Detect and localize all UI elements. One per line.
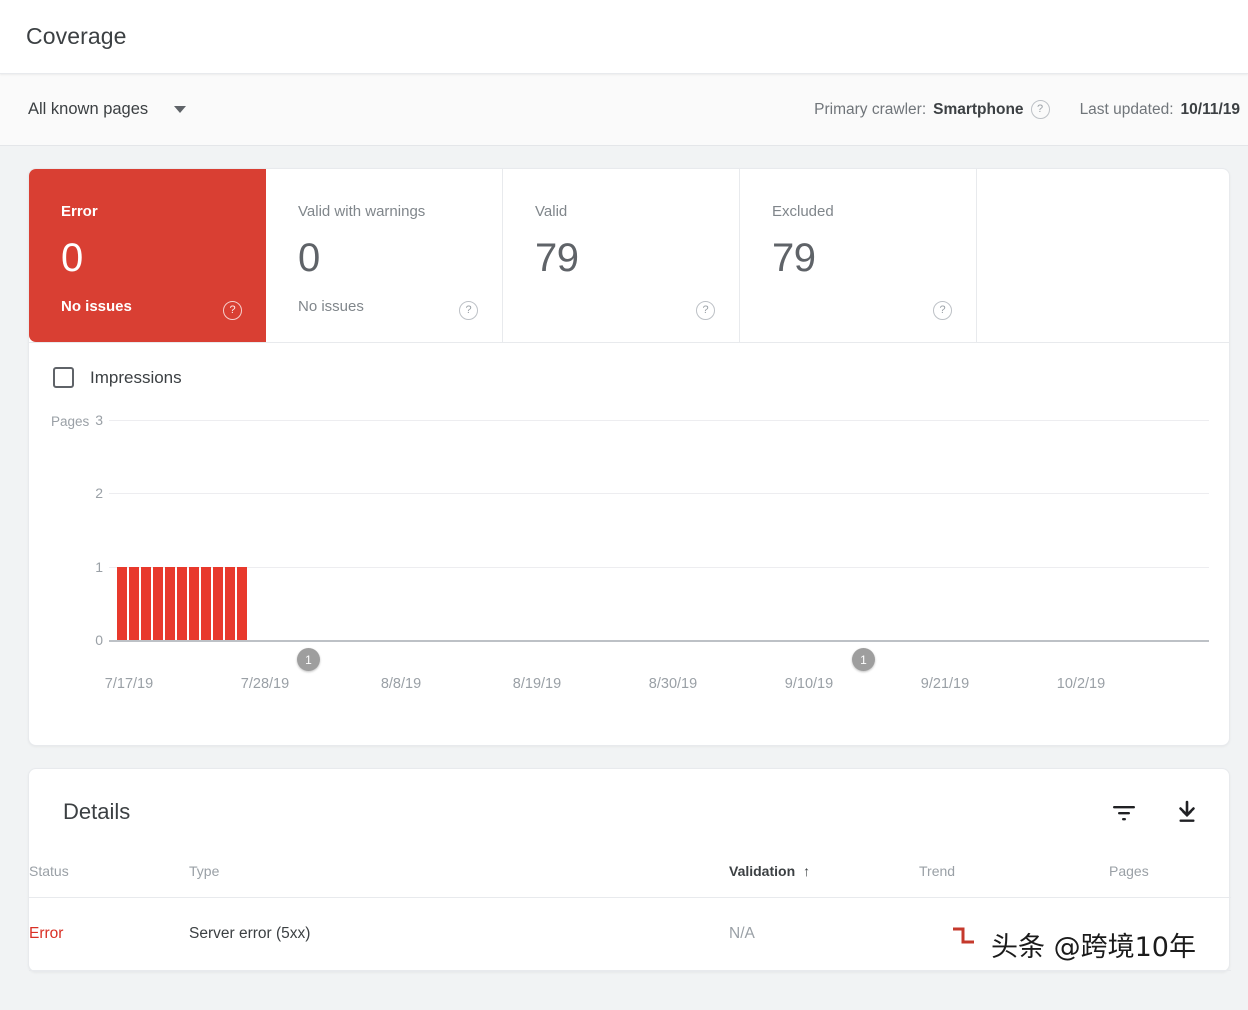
chart-bar[interactable] [201, 566, 211, 640]
details-title: Details [63, 799, 131, 824]
x-axis-tick: 10/2/19 [1056, 676, 1106, 692]
last-updated-label: Last updated: [1079, 100, 1174, 118]
column-header-validation[interactable]: Validation ↑ [729, 863, 919, 898]
table-row[interactable]: Error Server error (5xx) N/A [29, 897, 1231, 971]
help-icon[interactable]: ? [933, 301, 952, 320]
chart-bar[interactable] [189, 566, 199, 640]
column-header-trend[interactable]: Trend [919, 863, 1109, 898]
details-table: Status Type Validation ↑ Trend Pages Erro… [29, 863, 1231, 971]
content-area: Error 0 No issues ? Valid with warnings … [0, 146, 1248, 972]
y-axis-tick: 2 [95, 485, 103, 502]
x-axis-tick: 8/19/19 [512, 676, 562, 692]
x-axis-tick: 8/8/19 [380, 676, 422, 692]
column-header-status[interactable]: Status [29, 863, 189, 898]
primary-crawler-value: Smartphone [933, 100, 1024, 118]
filter-bar: All known pages Primary crawler: Smartph… [0, 74, 1248, 146]
help-icon[interactable]: ? [223, 301, 242, 320]
chart-bar[interactable] [225, 566, 235, 640]
help-icon[interactable]: ? [459, 301, 478, 320]
status-tile-excluded[interactable]: Excluded 79 ? [740, 169, 977, 342]
status-tiles-row: Error 0 No issues ? Valid with warnings … [29, 169, 1229, 343]
details-table-head: Status Type Validation ↑ Trend Pages [29, 863, 1231, 898]
chart-bar[interactable] [117, 566, 127, 640]
chart-bar[interactable] [153, 566, 163, 640]
annotation-marker[interactable]: 1 [297, 648, 320, 671]
status-tile-label: Error [61, 203, 98, 220]
gridline [109, 566, 1209, 568]
cell-trend [919, 897, 1109, 971]
y-axis-tick: 0 [95, 632, 103, 648]
chart-bar[interactable] [129, 566, 139, 640]
status-tile-label: Excluded [772, 203, 834, 220]
last-updated-value: 10/11/19 [1180, 100, 1240, 118]
column-header-type[interactable]: Type [189, 863, 729, 898]
status-tile-valid-with-warnings[interactable]: Valid with warnings 0 No issues ? [266, 169, 503, 342]
column-header-pages[interactable]: Pages [1109, 863, 1231, 898]
x-axis-tick: 9/10/19 [784, 676, 834, 692]
page-title: Coverage [26, 23, 127, 49]
chevron-down-icon [174, 106, 187, 113]
chart-bar[interactable] [165, 566, 175, 640]
impressions-checkbox[interactable] [53, 367, 74, 388]
meta-info-group: Primary crawler: Smartphone ? Last updat… [814, 100, 1248, 119]
coverage-bar-chart: Pages 0123 11 7/17/19 7/28/19 8/8/19 8/19/1… [29, 412, 1229, 708]
status-tile-label: Valid with warnings [298, 203, 426, 220]
sort-ascending-icon: ↑ [803, 863, 811, 879]
x-axis-line [109, 640, 1209, 642]
y-axis-tick: 1 [95, 558, 103, 575]
impressions-toggle[interactable]: Impressions [29, 367, 1229, 388]
x-axis-tick: 9/21/19 [920, 676, 970, 692]
cell-status: Error [29, 897, 189, 971]
status-tile-value: 0 [61, 236, 83, 280]
status-tile-value: 0 [298, 236, 320, 280]
primary-crawler-label: Primary crawler: [814, 100, 927, 118]
x-axis-tick: 7/28/19 [240, 676, 290, 692]
title-bar: Coverage [0, 0, 1248, 74]
help-icon[interactable]: ? [1030, 100, 1050, 119]
status-tile-value: 79 [772, 236, 816, 280]
x-axis-tick-labels: 7/17/19 7/28/19 8/8/19 8/19/19 8/30/19 9/10/1… [29, 676, 1229, 696]
gridline [109, 493, 1209, 495]
status-tiles-empty-space [977, 169, 1229, 342]
annotation-marker[interactable]: 1 [852, 648, 875, 671]
cell-pages [1109, 897, 1231, 971]
coverage-chart-panel: Impressions Pages 0123 11 7/17/19 7/28/19… [29, 343, 1229, 745]
table-header-row: Status Type Validation ↑ Trend Pages [29, 863, 1231, 898]
chart-bar[interactable] [177, 566, 187, 640]
details-table-body: Error Server error (5xx) N/A [29, 897, 1231, 971]
details-header: Details [29, 769, 1229, 825]
cell-type: Server error (5xx) [189, 897, 729, 971]
chart-bar[interactable] [213, 566, 223, 640]
coverage-overview-card: Error 0 No issues ? Valid with warnings … [28, 168, 1230, 746]
status-tile-error[interactable]: Error 0 No issues ? [29, 169, 266, 342]
primary-crawler-info: Primary crawler: Smartphone ? [814, 100, 1050, 119]
impressions-label: Impressions [90, 367, 182, 387]
filter-dropdown-label: All known pages [28, 100, 149, 118]
status-tile-value: 79 [535, 236, 579, 280]
gridline [109, 420, 1209, 421]
chart-bar[interactable] [141, 566, 151, 640]
details-toolbar [1111, 800, 1199, 824]
status-tile-label: Valid [535, 203, 568, 220]
y-axis-tick: 3 [95, 412, 103, 428]
details-card: Details Status Type Validation ↑ Trend P… [28, 768, 1231, 972]
download-icon[interactable] [1175, 800, 1199, 824]
x-axis-tick: 7/17/19 [104, 676, 154, 692]
x-axis-tick: 8/30/19 [648, 676, 698, 692]
chart-bar[interactable] [237, 566, 247, 640]
help-icon[interactable]: ? [696, 301, 715, 320]
cell-validation: N/A [729, 897, 919, 971]
bar-series-error [117, 420, 247, 640]
column-header-validation-label: Validation [729, 863, 796, 879]
filter-icon[interactable] [1111, 802, 1137, 822]
last-updated-info: Last updated: 10/11/19 [1080, 101, 1240, 119]
all-known-pages-dropdown[interactable]: All known pages [28, 100, 187, 119]
status-tile-valid[interactable]: Valid 79 ? [503, 169, 740, 342]
